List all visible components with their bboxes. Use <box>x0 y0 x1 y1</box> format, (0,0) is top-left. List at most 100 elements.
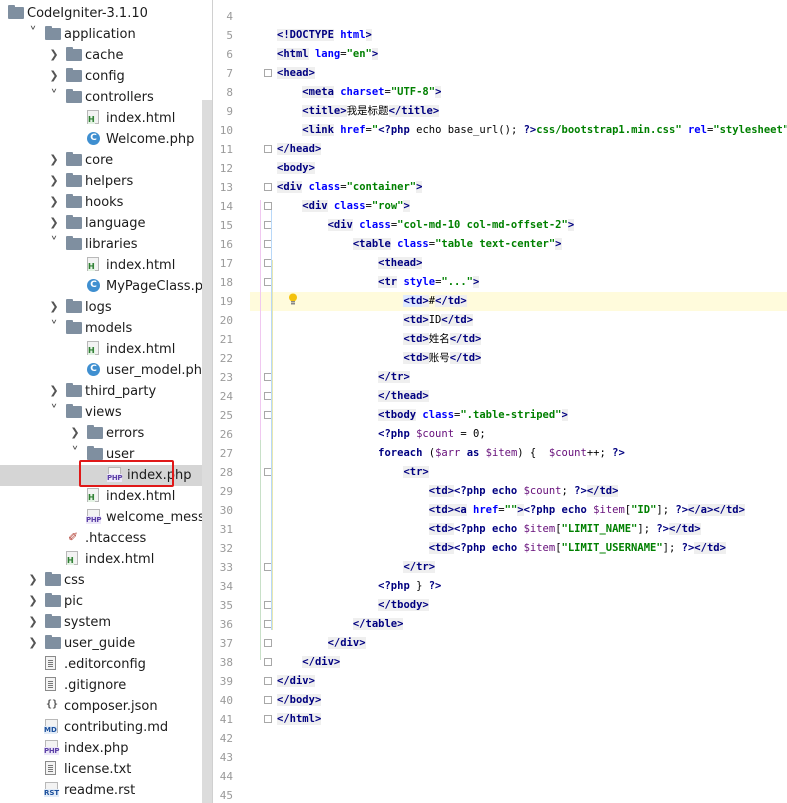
chevron-down-icon[interactable]: ˅ <box>48 235 60 251</box>
tree-item[interactable]: ❯ user_guide <box>0 633 212 654</box>
tree-item[interactable]: ❯ third_party <box>0 381 212 402</box>
chevron-down-icon[interactable]: ˅ <box>48 319 60 335</box>
tree-item[interactable]: welcome_message.php <box>0 507 212 528</box>
code-line[interactable]: <td>#</td> <box>277 292 467 311</box>
fold-marker-icon[interactable] <box>264 145 272 153</box>
chevron-right-icon[interactable]: ❯ <box>27 593 39 609</box>
code-line[interactable]: <?php $count = 0; <box>277 425 485 444</box>
code-line[interactable]: </div> <box>277 672 315 691</box>
code-line[interactable]: <div class="col-md-10 col-md-offset-2"> <box>277 216 575 235</box>
code-editor[interactable]: 4 5 <!DOCTYPE html> 6 <html lang="en"> 7 <head… <box>213 0 787 803</box>
chevron-right-icon[interactable]: ❯ <box>27 635 39 651</box>
code-line[interactable]: <title>我是标题</title> <box>277 102 440 121</box>
code-line[interactable]: </html> <box>277 710 322 729</box>
code-line[interactable]: </tr> <box>277 368 410 387</box>
project-tree-scrollbar[interactable] <box>202 100 212 803</box>
tree-item[interactable]: CodeIgniter-3.1.10 <box>0 3 212 24</box>
code-line[interactable]: <td><a href=""><?php echo $item["ID"]; ?… <box>277 501 745 520</box>
code-line[interactable]: <link href="<?php echo base_url(); ?>css… <box>277 121 787 140</box>
fold-marker-icon[interactable] <box>264 658 272 666</box>
code-line[interactable]: </tbody> <box>277 596 429 615</box>
tree-item[interactable]: C Welcome.php <box>0 129 212 150</box>
tree-item[interactable]: {} composer.json <box>0 696 212 717</box>
tree-item[interactable]: .editorconfig <box>0 654 212 675</box>
lightbulb-icon[interactable] <box>288 290 298 305</box>
code-line[interactable]: </thead> <box>277 387 429 406</box>
chevron-right-icon[interactable]: ❯ <box>48 152 60 168</box>
tree-item[interactable]: index.html <box>0 339 212 360</box>
tree-item[interactable]: ˅ controllers <box>0 87 212 108</box>
code-line[interactable]: <thead> <box>277 254 423 273</box>
tree-item[interactable]: ❯ hooks <box>0 192 212 213</box>
fold-marker-icon[interactable] <box>264 69 272 77</box>
code-line[interactable]: <div class="container"> <box>277 178 423 197</box>
tree-item[interactable]: ❯ core <box>0 150 212 171</box>
code-line[interactable]: <table class="table text-center"> <box>277 235 562 254</box>
tree-item[interactable]: ˅ models <box>0 318 212 339</box>
fold-marker-icon[interactable] <box>264 677 272 685</box>
tree-item[interactable]: ✐ .htaccess <box>0 528 212 549</box>
chevron-down-icon[interactable]: ˅ <box>48 88 60 104</box>
tree-item[interactable]: license.txt <box>0 759 212 780</box>
chevron-right-icon[interactable]: ❯ <box>48 299 60 315</box>
tree-item[interactable]: ❯ system <box>0 612 212 633</box>
chevron-down-icon[interactable]: ˅ <box>48 403 60 419</box>
tree-item[interactable]: index.html <box>0 108 212 129</box>
code-line[interactable]: <tbody class=".table-striped"> <box>277 406 568 425</box>
code-line[interactable]: <td><?php echo $item["LIMIT_USERNAME"]; … <box>277 539 726 558</box>
tree-item[interactable]: ❯ language <box>0 213 212 234</box>
fold-marker-icon[interactable] <box>264 639 272 647</box>
chevron-right-icon[interactable]: ❯ <box>69 425 81 441</box>
fold-marker-icon[interactable] <box>264 696 272 704</box>
fold-marker-icon[interactable] <box>264 183 272 191</box>
tree-item[interactable]: ❯ css <box>0 570 212 591</box>
chevron-down-icon[interactable]: ˅ <box>69 445 81 461</box>
tree-item[interactable]: C MyPageClass.php <box>0 276 212 297</box>
tree-item[interactable]: index.html <box>0 549 212 570</box>
code-line[interactable]: <?php } ?> <box>277 577 441 596</box>
tree-item[interactable]: ❯ pic <box>0 591 212 612</box>
code-line[interactable]: <td>账号</td> <box>277 349 482 368</box>
tree-item[interactable]: ❯ cache <box>0 45 212 66</box>
tree-item[interactable]: contributing.md <box>0 717 212 738</box>
chevron-right-icon[interactable]: ❯ <box>48 383 60 399</box>
chevron-right-icon[interactable]: ❯ <box>27 572 39 588</box>
chevron-right-icon[interactable]: ❯ <box>48 47 60 63</box>
code-line[interactable]: </div> <box>277 634 366 653</box>
tree-item[interactable]: ❯ logs <box>0 297 212 318</box>
tree-item[interactable]: ˅ views <box>0 402 212 423</box>
chevron-right-icon[interactable]: ❯ <box>27 614 39 630</box>
code-line[interactable]: <tr> <box>277 463 429 482</box>
tree-item[interactable]: index.html <box>0 255 212 276</box>
chevron-down-icon[interactable]: ˅ <box>27 25 39 41</box>
code-line[interactable]: <td><?php echo $item["LIMIT_NAME"]; ?></… <box>277 520 701 539</box>
code-line[interactable]: <html lang="en"> <box>277 45 379 64</box>
code-line[interactable]: <td>ID</td> <box>277 311 474 330</box>
fold-marker-icon[interactable] <box>264 202 272 210</box>
code-line[interactable]: </tr> <box>277 558 436 577</box>
code-line[interactable]: <div class="row"> <box>277 197 410 216</box>
code-line[interactable]: <head> <box>277 64 315 83</box>
tree-item[interactable]: index.html <box>0 486 212 507</box>
code-line[interactable]: </div> <box>277 653 341 672</box>
tree-item[interactable]: .gitignore <box>0 675 212 696</box>
tree-item[interactable]: ❯ config <box>0 66 212 87</box>
code-line[interactable]: foreach ($arr as $item) { $count++; ?> <box>277 444 625 463</box>
code-line[interactable]: <td>姓名</td> <box>277 330 482 349</box>
tree-item[interactable]: ❯ errors <box>0 423 212 444</box>
tree-item[interactable]: ❯ helpers <box>0 171 212 192</box>
chevron-right-icon[interactable]: ❯ <box>48 215 60 231</box>
tree-item[interactable]: index.php <box>0 738 212 759</box>
tree-item[interactable]: ˅ application <box>0 24 212 45</box>
chevron-right-icon[interactable]: ❯ <box>48 68 60 84</box>
tree-item[interactable]: readme.rst <box>0 780 212 801</box>
code-line[interactable]: <tr style="..."> <box>277 273 480 292</box>
fold-marker-icon[interactable] <box>264 715 272 723</box>
tree-item[interactable]: ˅ libraries <box>0 234 212 255</box>
code-line[interactable]: <td><?php echo $count; ?></td> <box>277 482 619 501</box>
code-line[interactable]: </body> <box>277 691 322 710</box>
code-line[interactable]: <body> <box>277 159 315 178</box>
chevron-right-icon[interactable]: ❯ <box>48 173 60 189</box>
code-line[interactable]: <meta charset="UTF-8"> <box>277 83 442 102</box>
code-line[interactable]: </head> <box>277 140 322 159</box>
